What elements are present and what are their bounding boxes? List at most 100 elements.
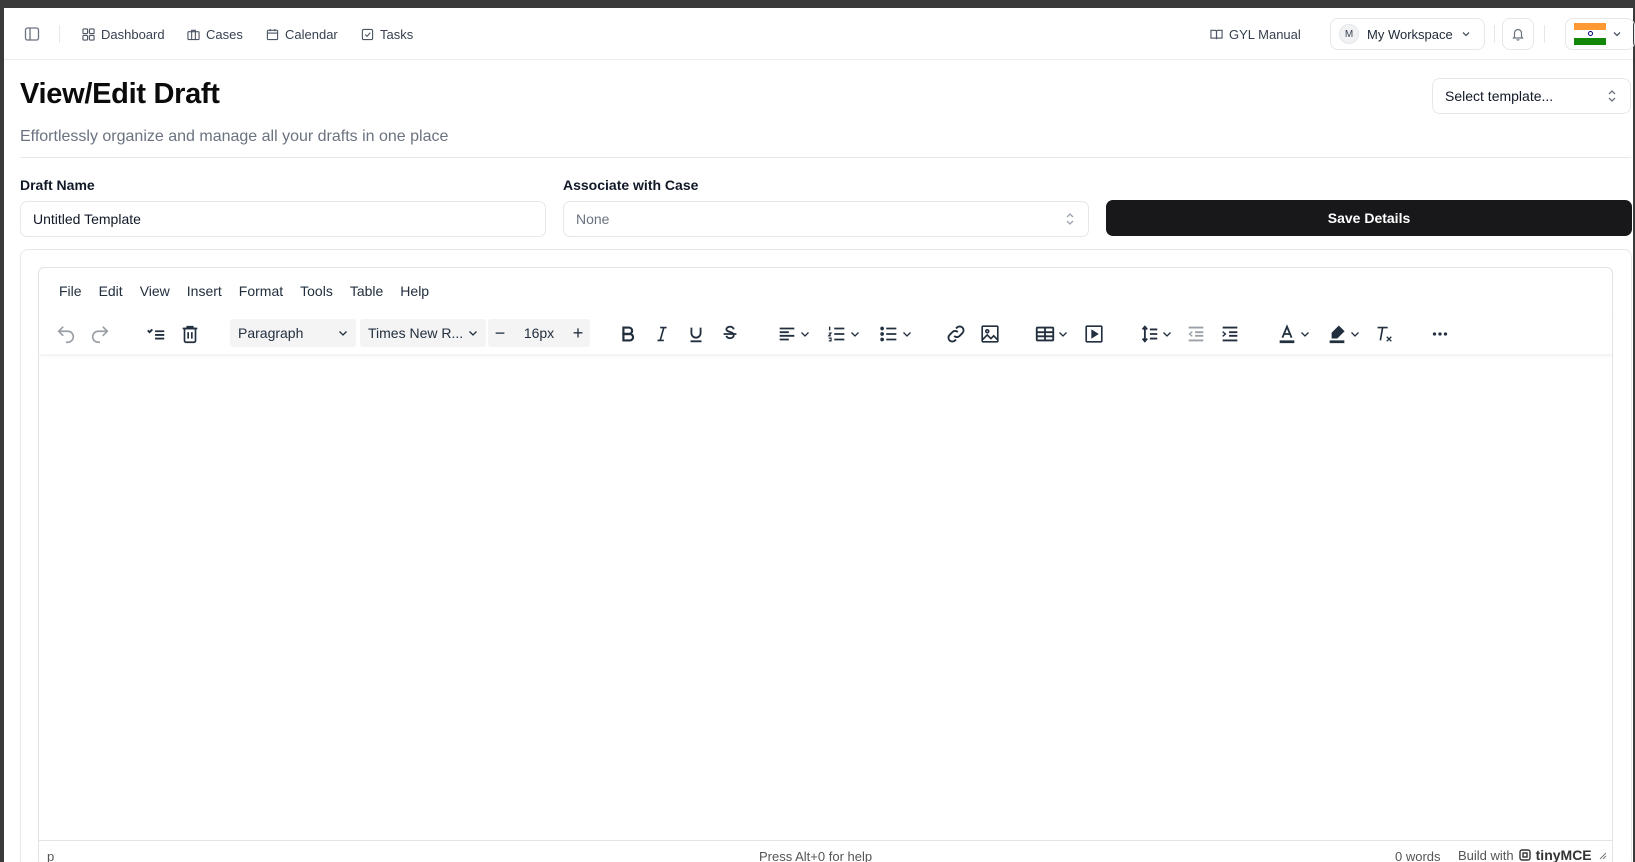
template-select[interactable]: Select template... bbox=[1432, 78, 1631, 114]
resize-handle-icon[interactable] bbox=[1597, 850, 1607, 860]
menu-tools[interactable]: Tools bbox=[300, 283, 333, 299]
sidebar-toggle-icon[interactable] bbox=[24, 26, 40, 42]
highlight-icon bbox=[1329, 325, 1345, 344]
word-count[interactable]: 0 words bbox=[1395, 849, 1441, 862]
element-path[interactable]: p bbox=[47, 849, 54, 862]
calendar-icon bbox=[266, 28, 279, 40]
line-height-icon bbox=[1141, 325, 1158, 343]
page-subtitle: Effortlessly organize and manage all you… bbox=[20, 128, 449, 145]
india-flag-icon bbox=[1574, 23, 1606, 45]
notifications-button[interactable] bbox=[1502, 18, 1534, 50]
case-label: Associate with Case bbox=[563, 177, 699, 193]
chevron-up-down-icon bbox=[1608, 90, 1616, 102]
align-dropdown[interactable] bbox=[773, 318, 813, 350]
undo-button[interactable] bbox=[53, 318, 79, 350]
draft-name-input[interactable]: Untitled Template bbox=[20, 201, 546, 237]
workspace-avatar: M bbox=[1339, 24, 1359, 44]
branding[interactable]: Build with tinyMCE bbox=[1458, 847, 1607, 862]
menu-format[interactable]: Format bbox=[239, 283, 283, 299]
chevron-down-icon bbox=[903, 332, 911, 337]
save-details-button[interactable]: Save Details bbox=[1106, 200, 1632, 236]
nav-tasks-label: Tasks bbox=[380, 26, 414, 42]
media-icon bbox=[1085, 325, 1103, 343]
book-icon bbox=[1210, 29, 1223, 39]
draft-name-label: Draft Name bbox=[20, 177, 95, 193]
nav-gyl-manual[interactable]: GYL Manual bbox=[1210, 8, 1301, 60]
underline-button[interactable] bbox=[683, 318, 709, 350]
insert-image-button[interactable] bbox=[977, 318, 1003, 350]
chevron-down-icon bbox=[801, 332, 809, 337]
menu-file[interactable]: File bbox=[59, 283, 82, 299]
menu-help[interactable]: Help bbox=[400, 283, 429, 299]
workspace-switcher[interactable]: M My Workspace bbox=[1330, 18, 1485, 50]
nav-tasks[interactable]: Tasks bbox=[361, 8, 413, 60]
select-all-button[interactable] bbox=[143, 318, 169, 350]
table-dropdown[interactable] bbox=[1029, 318, 1073, 350]
redo-icon bbox=[91, 326, 109, 344]
nav-dashboard-label: Dashboard bbox=[101, 26, 165, 42]
highlight-color-dropdown[interactable] bbox=[1321, 318, 1365, 350]
align-left-icon bbox=[779, 327, 795, 341]
chevron-down-icon bbox=[1163, 332, 1171, 337]
window-top-strip bbox=[0, 0, 1635, 8]
menu-view[interactable]: View bbox=[140, 283, 170, 299]
line-height-dropdown[interactable] bbox=[1133, 318, 1177, 350]
font-size-increase-button[interactable]: + bbox=[566, 323, 590, 344]
draft-name-value: Untitled Template bbox=[33, 211, 141, 227]
indent-button[interactable] bbox=[1217, 318, 1243, 350]
bold-icon bbox=[622, 326, 635, 342]
more-horizontal-icon bbox=[1432, 332, 1448, 336]
menu-table[interactable]: Table bbox=[350, 283, 383, 299]
clear-content-button[interactable] bbox=[177, 318, 203, 350]
editor-menubar: File Edit View Insert Format Tools Table… bbox=[39, 268, 1612, 314]
build-with-label: Build with bbox=[1458, 847, 1514, 862]
bold-button[interactable] bbox=[615, 318, 641, 350]
editor-toolbar: Paragraph Times New R... − 16px + bbox=[39, 314, 1612, 354]
case-select[interactable]: None bbox=[563, 201, 1089, 237]
font-size-stepper: − 16px + bbox=[488, 319, 590, 347]
text-color-dropdown[interactable] bbox=[1271, 318, 1315, 350]
chevron-up-down-icon bbox=[1066, 213, 1074, 225]
insert-media-button[interactable] bbox=[1081, 318, 1107, 350]
trash-icon bbox=[182, 325, 198, 344]
chevron-down-icon bbox=[469, 331, 477, 336]
outdent-button[interactable] bbox=[1183, 318, 1209, 350]
help-hint: Press Alt+0 for help bbox=[759, 849, 873, 862]
bullet-list-dropdown[interactable] bbox=[873, 318, 917, 350]
window-left-edge bbox=[0, 8, 4, 862]
menu-edit[interactable]: Edit bbox=[99, 283, 123, 299]
menu-insert[interactable]: Insert bbox=[187, 283, 222, 299]
numbered-list-dropdown[interactable] bbox=[821, 318, 865, 350]
page-title: View/Edit Draft bbox=[20, 78, 220, 110]
clear-formatting-button[interactable] bbox=[1371, 318, 1397, 350]
language-switcher[interactable] bbox=[1565, 18, 1635, 50]
nav-calendar[interactable]: Calendar bbox=[266, 8, 338, 60]
tiny-logo-icon bbox=[1518, 849, 1531, 861]
clear-format-icon bbox=[1377, 326, 1392, 342]
font-size-decrease-button[interactable]: − bbox=[488, 323, 512, 344]
strikethrough-button[interactable] bbox=[717, 318, 743, 350]
editor-statusbar: p Press Alt+0 for help 0 words Build wit… bbox=[39, 840, 1612, 862]
nav-dashboard[interactable]: Dashboard bbox=[82, 8, 165, 60]
font-family-dropdown[interactable]: Times New R... bbox=[360, 319, 486, 347]
nav-separator bbox=[1544, 25, 1545, 43]
indent-icon bbox=[1222, 326, 1238, 342]
more-options-button[interactable] bbox=[1427, 318, 1453, 350]
block-format-dropdown[interactable]: Paragraph bbox=[230, 319, 356, 347]
editor-content-area[interactable] bbox=[39, 354, 1612, 842]
chevron-down-icon bbox=[1059, 332, 1067, 337]
bell-icon bbox=[1512, 28, 1524, 41]
nav-calendar-label: Calendar bbox=[285, 26, 338, 42]
nav-cases[interactable]: Cases bbox=[187, 8, 243, 60]
text-color-icon bbox=[1279, 324, 1295, 344]
list-check-icon bbox=[147, 328, 165, 340]
outdent-icon bbox=[1188, 326, 1204, 342]
italic-button[interactable] bbox=[649, 318, 675, 350]
font-size-value[interactable]: 16px bbox=[512, 325, 566, 341]
redo-button[interactable] bbox=[87, 318, 113, 350]
insert-link-button[interactable] bbox=[943, 318, 969, 350]
undo-icon bbox=[57, 326, 75, 344]
chevron-down-icon bbox=[1462, 32, 1470, 37]
chevron-down-icon bbox=[851, 332, 859, 337]
underline-icon bbox=[690, 327, 702, 343]
